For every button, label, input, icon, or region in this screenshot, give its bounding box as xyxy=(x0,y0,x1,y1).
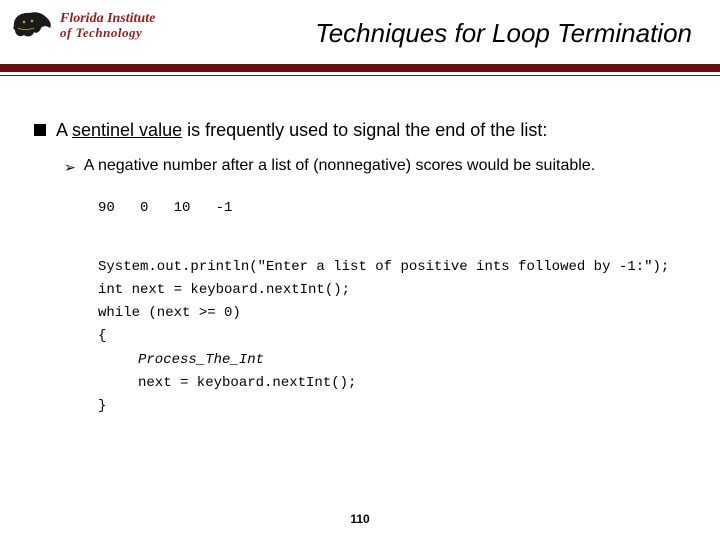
code-line: while (next >= 0) xyxy=(98,302,686,325)
square-bullet-icon xyxy=(34,124,46,136)
bullet-text: A sentinel value is frequently used to s… xyxy=(56,118,547,143)
code-line: next = keyboard.nextInt(); xyxy=(98,372,686,395)
code-line: Process_The_Int xyxy=(98,349,686,372)
header-rule-thin xyxy=(0,75,720,76)
main-bullet: A sentinel value is frequently used to s… xyxy=(34,118,686,143)
header-rule-thick xyxy=(0,64,720,72)
bullet-post: is frequently used to signal the end of … xyxy=(182,120,547,140)
code-block: System.out.println("Enter a list of posi… xyxy=(98,256,686,418)
slide-header: Florida Institute of Technology Techniqu… xyxy=(0,0,720,78)
logo-text: Florida Institute of Technology xyxy=(60,12,155,39)
logo: Florida Institute of Technology xyxy=(10,8,155,42)
sub-bullet: ➢ A negative number after a list of (non… xyxy=(64,157,686,176)
logo-line2: of Technology xyxy=(60,26,155,39)
sub-bullet-text: A negative number after a list of (nonne… xyxy=(84,157,595,175)
bullet-pre: A xyxy=(56,120,72,140)
page-number: 110 xyxy=(0,512,720,526)
code-line: System.out.println("Enter a list of posi… xyxy=(98,256,686,279)
slide-body: A sentinel value is frequently used to s… xyxy=(34,118,686,418)
code-line: { xyxy=(98,325,686,348)
panther-icon xyxy=(10,8,54,42)
slide: Florida Institute of Technology Techniqu… xyxy=(0,0,720,540)
logo-line1: Florida Institute xyxy=(60,12,155,26)
triangle-bullet-icon: ➢ xyxy=(64,159,76,176)
slide-title: Techniques for Loop Termination xyxy=(315,18,692,49)
example-numbers: 90 0 10 -1 xyxy=(98,200,686,216)
code-line: int next = keyboard.nextInt(); xyxy=(98,279,686,302)
code-line: } xyxy=(98,395,686,418)
bullet-term: sentinel value xyxy=(72,120,182,140)
